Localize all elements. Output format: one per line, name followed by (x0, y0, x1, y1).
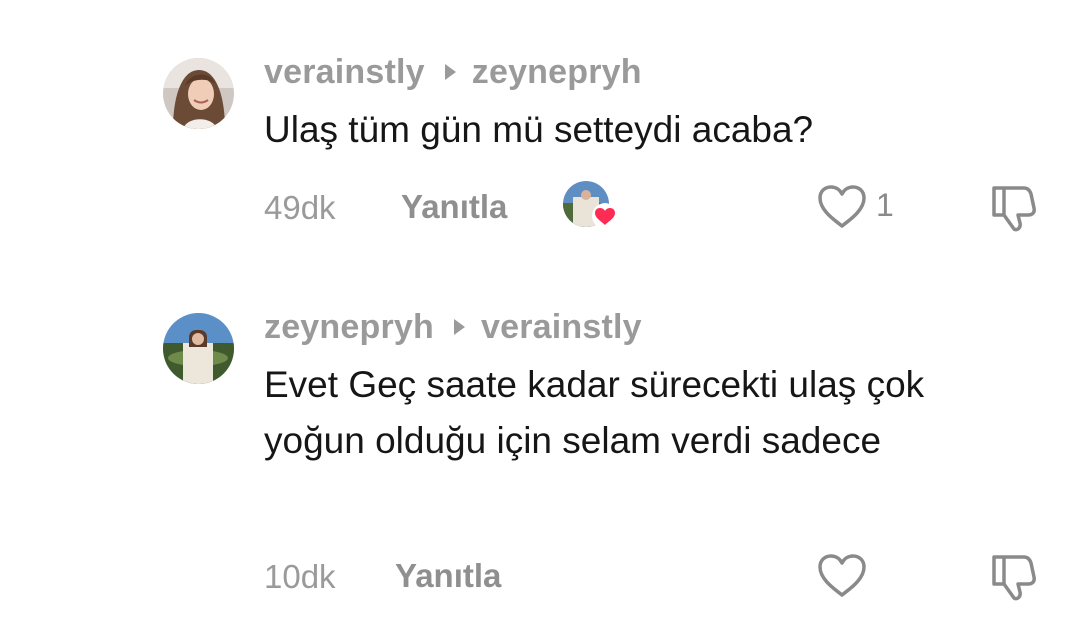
author-username[interactable]: verainstly (264, 53, 425, 92)
dislike-button[interactable] (988, 549, 1042, 603)
dislike-button[interactable] (988, 180, 1042, 234)
author-username[interactable]: zeynepryh (264, 308, 434, 347)
creator-liked-badge (563, 181, 618, 231)
avatar[interactable] (163, 58, 234, 129)
creator-liked-heart-icon (592, 203, 618, 229)
reply-button[interactable]: Yanıtla (401, 188, 507, 226)
avatar[interactable] (163, 313, 234, 384)
thumbs-down-icon (992, 555, 1036, 601)
thumbs-down-icon (992, 186, 1036, 232)
like-count: 1 (876, 187, 894, 223)
like-button[interactable] (816, 552, 868, 600)
reply-to-username[interactable]: zeynepryh (472, 53, 642, 92)
comment-time: 49dk (264, 189, 336, 226)
heart-icon (818, 554, 866, 597)
comment-header: verainstly zeynepryh (264, 52, 642, 92)
reply-arrow-icon (444, 64, 456, 80)
reply-button[interactable]: Yanıtla (395, 557, 501, 595)
reply-arrow-icon (453, 319, 465, 335)
comment-text: Evet Geç saate kadar sürecekti ulaş çok … (264, 364, 925, 461)
like-button[interactable] (816, 183, 868, 231)
comment-header: zeynepryh verainstly (264, 307, 642, 347)
comment-time: 10dk (264, 558, 336, 595)
reply-to-username[interactable]: verainstly (481, 308, 642, 347)
comment-text: Ulaş tüm gün mü setteydi acaba? (264, 109, 814, 150)
heart-icon (818, 185, 866, 228)
